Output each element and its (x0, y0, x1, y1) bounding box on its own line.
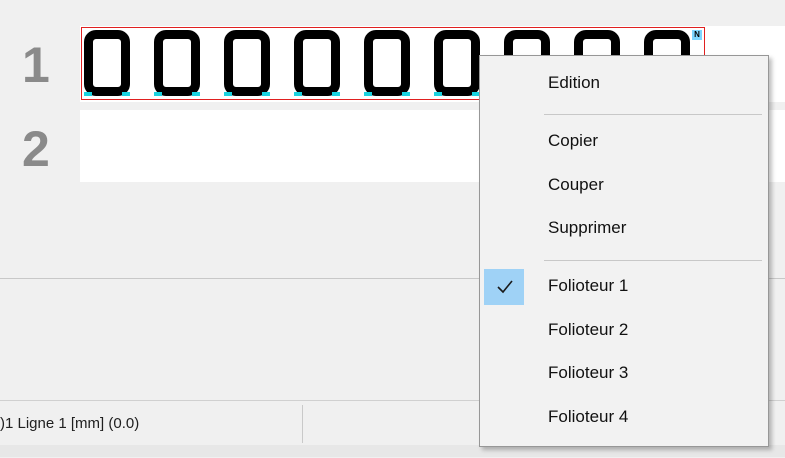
digit-2 (224, 30, 270, 96)
menu-item-folioteur-4[interactable]: Folioteur 4 (480, 398, 768, 438)
digit-4 (364, 30, 410, 96)
menu-item-label: Folioteur 3 (548, 363, 629, 382)
menu-item-label: Supprimer (548, 218, 627, 237)
menu-item-folioteur-1[interactable]: Folioteur 1 (480, 267, 768, 307)
menu-item-label: Folioteur 2 (548, 320, 629, 339)
menu-separator (544, 260, 762, 261)
line-number-1: 1 (22, 37, 50, 93)
status-text: )1 Ligne 1 [mm] (0.0) (0, 415, 140, 432)
digit-3 (294, 30, 340, 96)
n-badge: N (692, 30, 702, 40)
menu-item-edition[interactable]: Edition (480, 64, 768, 104)
menu-item-folioteur-3[interactable]: Folioteur 3 (480, 354, 768, 394)
status-separator (302, 405, 303, 443)
menu-separator (544, 114, 762, 115)
menu-item-supprimer[interactable]: Supprimer (480, 209, 768, 249)
menu-item-copier[interactable]: Copier (480, 122, 768, 162)
menu-item-label: Copier (548, 131, 599, 150)
menu-item-label: Couper (548, 175, 604, 194)
line-number-2: 2 (22, 121, 50, 177)
menu-item-folioteur-2[interactable]: Folioteur 2 (480, 311, 768, 351)
checkmark-icon (484, 269, 524, 305)
digit-5 (434, 30, 480, 96)
digit-1 (154, 30, 200, 96)
menu-item-label: Folioteur 1 (548, 276, 629, 295)
menu-item-label: Folioteur 4 (548, 407, 629, 426)
digit-0 (84, 30, 130, 96)
context-menu: Edition Copier Couper Supprimer Folioteu… (479, 55, 769, 447)
menu-item-label: Edition (548, 73, 600, 92)
menu-item-couper[interactable]: Couper (480, 166, 768, 206)
